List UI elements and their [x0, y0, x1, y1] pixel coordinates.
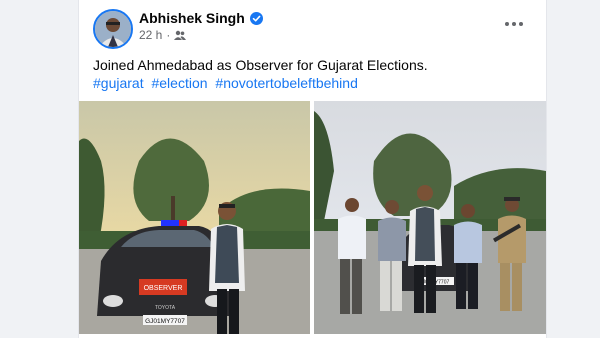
post-photo-car[interactable]: OBSERVER GJ01MY7707 TOYOTA	[79, 101, 310, 334]
more-options-button[interactable]	[502, 14, 526, 34]
plate-number-text: GJ01MY7707	[145, 318, 185, 325]
more-options-icon	[505, 22, 523, 26]
post-text: Joined Ahmedabad as Observer for Gujarat…	[93, 57, 428, 73]
friends-icon	[174, 30, 187, 40]
verified-badge-icon	[249, 11, 263, 25]
avatar[interactable]	[93, 9, 133, 49]
hashtag-link[interactable]: #novotertobeleftbehind	[215, 75, 357, 91]
hashtag-link[interactable]: #gujarat	[93, 75, 144, 91]
author-name[interactable]: Abhishek Singh	[139, 10, 245, 26]
post-card: Abhishek Singh 22 h · Joined Ahmedabad a…	[78, 0, 547, 338]
hashtags: #gujarat #election #novotertobeleftbehin…	[93, 74, 362, 93]
car-brand-text: TOYOTA	[155, 305, 176, 311]
hashtag-link[interactable]: #election	[151, 75, 207, 91]
post-photo-group[interactable]: GJ01MY7707	[314, 101, 546, 334]
observer-plate-text: OBSERVER	[144, 285, 183, 292]
post-timestamp[interactable]: 22 h	[139, 28, 162, 42]
